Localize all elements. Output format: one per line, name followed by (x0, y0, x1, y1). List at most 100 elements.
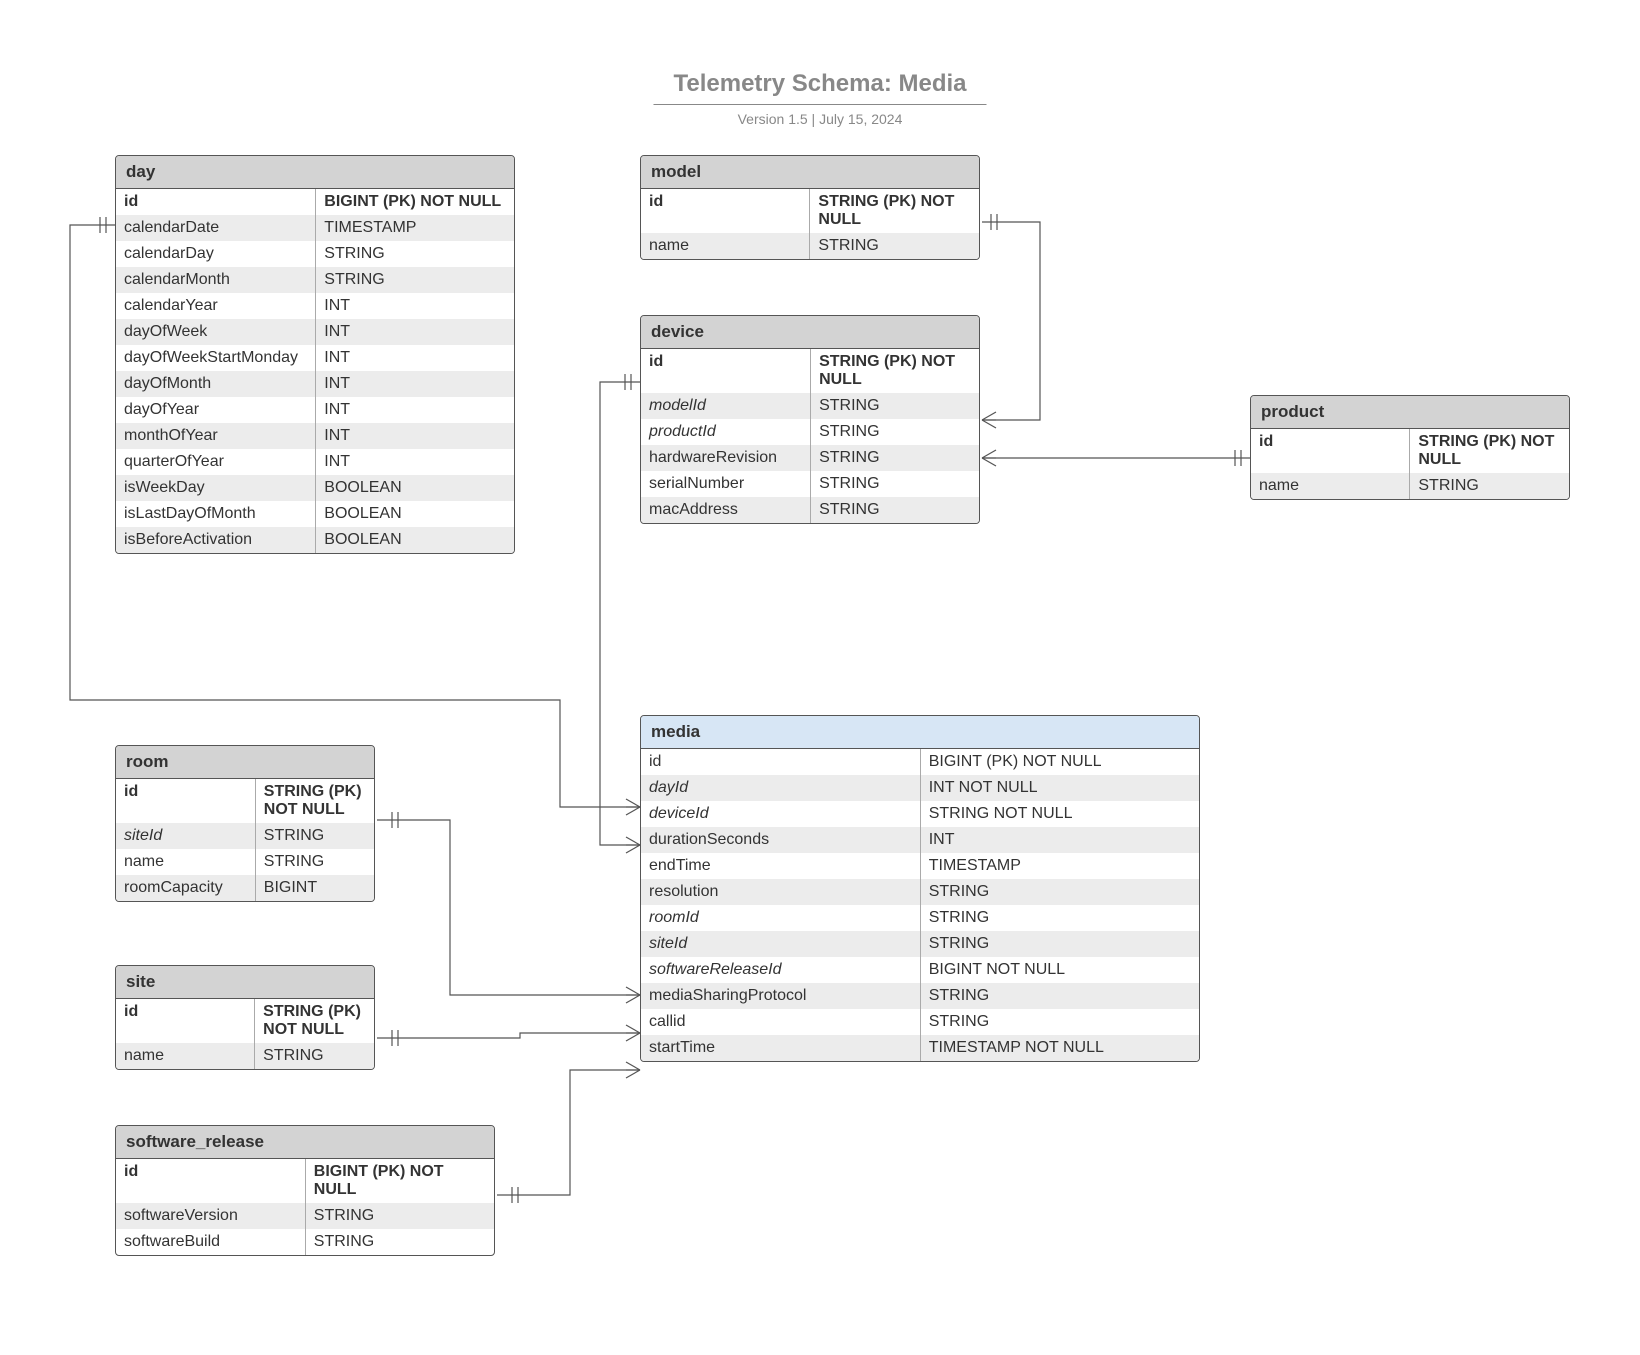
entity-header: room (116, 746, 374, 779)
column-name: startTime (641, 1035, 920, 1061)
column-row: idSTRING (PK) NOT NULL (116, 999, 374, 1043)
column-name: id (641, 749, 920, 775)
entity-columns: idBIGINT (PK) NOT NULLcalendarDateTIMEST… (116, 189, 514, 553)
column-name: quarterOfYear (116, 449, 316, 475)
diagram-subtitle: Version 1.5 | July 15, 2024 (653, 111, 986, 127)
column-type: INT (316, 293, 514, 319)
column-type: STRING (255, 823, 374, 849)
entity-columns: idBIGINT (PK) NOT NULLsoftwareVersionSTR… (116, 1159, 494, 1255)
column-type: STRING (316, 267, 514, 293)
column-type: STRING (811, 419, 979, 445)
column-row: idSTRING (PK) NOT NULL (1251, 429, 1569, 473)
column-name: durationSeconds (641, 827, 920, 853)
column-type: INT (316, 371, 514, 397)
column-row: nameSTRING (116, 849, 374, 875)
entity-columns: idBIGINT (PK) NOT NULLdayIdINT NOT NULLd… (641, 749, 1199, 1061)
column-name: siteId (116, 823, 255, 849)
column-row: dayOfYearINT (116, 397, 514, 423)
column-row: idSTRING (PK) NOT NULL (116, 779, 374, 823)
entity-header: device (641, 316, 979, 349)
column-row: calendarMonthSTRING (116, 267, 514, 293)
column-name: dayOfMonth (116, 371, 316, 397)
entity-media: mediaidBIGINT (PK) NOT NULLdayIdINT NOT … (640, 715, 1200, 1062)
column-type: STRING (255, 1043, 374, 1069)
column-type: TIMESTAMP NOT NULL (920, 1035, 1199, 1061)
diagram-header: Telemetry Schema: Media Version 1.5 | Ju… (653, 70, 986, 127)
column-type: INT (316, 449, 514, 475)
entity-header: model (641, 156, 979, 189)
entity-day: dayidBIGINT (PK) NOT NULLcalendarDateTIM… (115, 155, 515, 554)
entity-columns: idSTRING (PK) NOT NULLnameSTRING (116, 999, 374, 1069)
column-type: BOOLEAN (316, 501, 514, 527)
column-type: INT NOT NULL (920, 775, 1199, 801)
column-name: dayId (641, 775, 920, 801)
column-row: endTimeTIMESTAMP (641, 853, 1199, 879)
column-name: softwareReleaseId (641, 957, 920, 983)
diagram-title: Telemetry Schema: Media (653, 70, 986, 105)
column-name: isWeekDay (116, 475, 316, 501)
column-row: macAddressSTRING (641, 497, 979, 523)
entity-header: media (641, 716, 1199, 749)
column-name: id (116, 779, 255, 823)
column-row: idSTRING (PK) NOT NULL (641, 349, 979, 393)
column-row: calendarYearINT (116, 293, 514, 319)
column-name: name (116, 849, 255, 875)
column-row: startTimeTIMESTAMP NOT NULL (641, 1035, 1199, 1061)
column-type: STRING (1410, 473, 1569, 499)
column-type: STRING (PK) NOT NULL (255, 779, 374, 823)
column-type: STRING (811, 445, 979, 471)
column-name: endTime (641, 853, 920, 879)
entity-header: site (116, 966, 374, 999)
column-row: dayOfMonthINT (116, 371, 514, 397)
column-name: id (641, 189, 810, 233)
column-name: name (116, 1043, 255, 1069)
column-row: durationSecondsINT (641, 827, 1199, 853)
column-type: STRING (920, 931, 1199, 957)
column-name: serialNumber (641, 471, 811, 497)
column-name: calendarDay (116, 241, 316, 267)
column-name: hardwareRevision (641, 445, 811, 471)
column-row: idBIGINT (PK) NOT NULL (641, 749, 1199, 775)
column-row: hardwareRevisionSTRING (641, 445, 979, 471)
column-row: idSTRING (PK) NOT NULL (641, 189, 979, 233)
column-row: quarterOfYearINT (116, 449, 514, 475)
column-name: id (116, 189, 316, 215)
column-name: roomId (641, 905, 920, 931)
column-type: BIGINT NOT NULL (920, 957, 1199, 983)
entity-header: product (1251, 396, 1569, 429)
column-type: STRING (PK) NOT NULL (811, 349, 979, 393)
column-type: STRING (316, 241, 514, 267)
column-name: isBeforeActivation (116, 527, 316, 553)
column-row: softwareBuildSTRING (116, 1229, 494, 1255)
column-type: STRING (811, 471, 979, 497)
column-type: STRING (920, 905, 1199, 931)
entity-product: productidSTRING (PK) NOT NULLnameSTRING (1250, 395, 1570, 500)
column-row: softwareVersionSTRING (116, 1203, 494, 1229)
column-name: id (116, 999, 255, 1043)
column-name: calendarYear (116, 293, 316, 319)
column-row: mediaSharingProtocolSTRING (641, 983, 1199, 1009)
column-type: STRING (811, 393, 979, 419)
column-row: modelIdSTRING (641, 393, 979, 419)
column-name: macAddress (641, 497, 811, 523)
column-row: resolutionSTRING (641, 879, 1199, 905)
column-row: dayOfWeekINT (116, 319, 514, 345)
column-row: roomIdSTRING (641, 905, 1199, 931)
column-row: nameSTRING (641, 233, 979, 259)
column-name: resolution (641, 879, 920, 905)
column-row: siteIdSTRING (116, 823, 374, 849)
column-type: STRING (920, 983, 1199, 1009)
column-type: STRING (811, 497, 979, 523)
entity-columns: idSTRING (PK) NOT NULLnameSTRING (641, 189, 979, 259)
column-type: STRING (305, 1203, 494, 1229)
column-name: id (641, 349, 811, 393)
column-row: calendarDaySTRING (116, 241, 514, 267)
column-row: isWeekDayBOOLEAN (116, 475, 514, 501)
column-row: calendarDateTIMESTAMP (116, 215, 514, 241)
column-row: callidSTRING (641, 1009, 1199, 1035)
column-row: siteIdSTRING (641, 931, 1199, 957)
column-name: monthOfYear (116, 423, 316, 449)
column-row: productIdSTRING (641, 419, 979, 445)
column-type: BOOLEAN (316, 527, 514, 553)
column-type: STRING (PK) NOT NULL (810, 189, 979, 233)
